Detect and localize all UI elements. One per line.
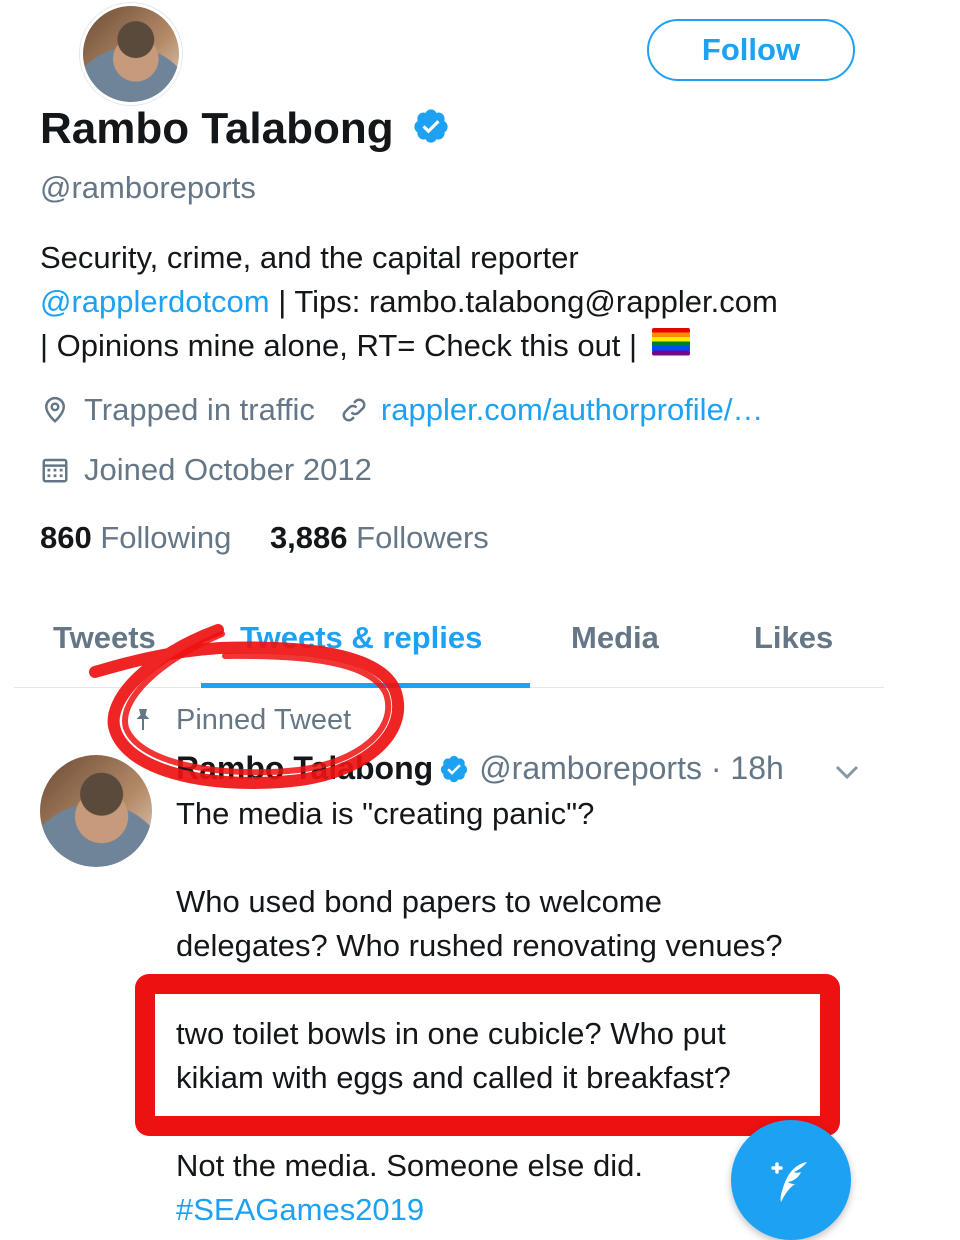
followers-label: Followers [356,520,489,555]
tab-tweets-and-replies[interactable]: Tweets & replies [240,620,482,656]
followers-stat[interactable]: 3,886 Followers [270,520,489,555]
tweet-author-name[interactable]: Rambo Talabong [176,750,433,787]
follow-counts: 860 Following 3,886 Followers [40,520,489,556]
compose-tweet-button[interactable] [731,1120,851,1240]
tweet-line: Who used bond papers to welcome [176,884,662,919]
following-stat[interactable]: 860 Following [40,520,231,555]
tab-tweets[interactable]: Tweets [53,620,156,656]
location-pin-icon [40,395,70,425]
pinned-tweet-label: Pinned Tweet [176,704,352,736]
link-icon [339,395,369,425]
profile-handle: @ramboreports [40,170,256,205]
website-link[interactable]: rappler.com/authorprofile/… [381,392,764,428]
tab-media[interactable]: Media [571,620,659,656]
followers-count: 3,886 [269,520,348,555]
bio-line-3: | Opinions mine alone, RT= Check this ou… [40,324,870,368]
tweet-line: delegates? Who rushed renovating venues? [176,928,783,963]
following-count: 860 [40,520,92,555]
profile-location-row: Trapped in traffic rappler.com/authorpro… [40,392,763,428]
profile-name-row: Rambo Talabong [40,104,450,156]
verified-badge-icon [406,106,450,156]
location-text: Trapped in traffic [84,392,315,427]
profile-joined-row: Joined October 2012 [40,452,372,488]
profile-avatar[interactable] [80,3,182,105]
bio-mention-link[interactable]: @rapplerdotcom [40,284,270,319]
tweet-handle-time: @ramboreports · 18h [479,750,784,786]
bio-opinions-text: | Opinions mine alone, RT= Check this ou… [40,328,646,363]
compose-tweet-icon [761,1150,821,1210]
follow-button[interactable]: Follow [647,19,855,81]
active-tab-indicator [201,683,530,688]
pin-icon [132,707,154,738]
tab-likes[interactable]: Likes [754,620,833,656]
bio-line-2: @rapplerdotcom | Tips: rambo.talabong@ra… [40,280,870,324]
chevron-down-icon[interactable] [832,760,862,789]
bio-tips-text: | Tips: rambo.talabong@rappler.com [269,284,778,319]
calendar-icon [40,455,70,485]
annotation-mask [155,994,820,1008]
bio-line-1: Security, crime, and the capital reporte… [40,240,579,275]
tweet-line: The media is "creating panic"? [176,796,595,831]
tweet-author-avatar[interactable] [40,755,152,867]
tweet-verified-badge-icon [439,754,469,784]
profile-bio: Security, crime, and the capital reporte… [40,236,870,368]
joined-text: Joined October 2012 [84,452,372,487]
tweet-header: Rambo Talabong @ramboreports · 18h [176,750,784,787]
rainbow-flag-icon [651,324,690,368]
profile-name: Rambo Talabong [40,104,394,153]
following-label: Following [100,520,232,555]
